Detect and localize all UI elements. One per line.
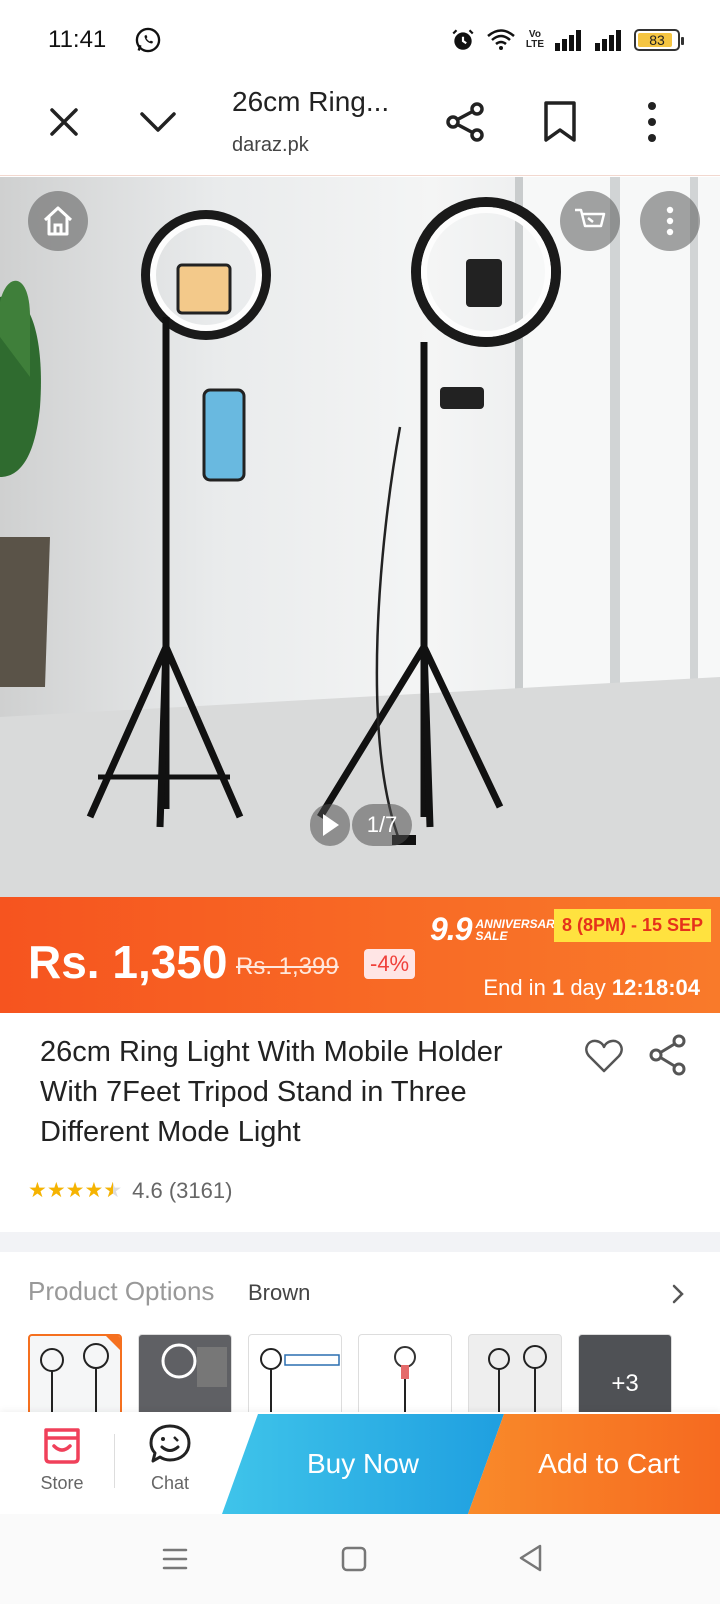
bookmark-icon[interactable] <box>540 100 580 144</box>
countdown-time: 12:18:04 <box>611 975 700 1000</box>
buy-now-button[interactable]: Buy Now <box>222 1414 504 1514</box>
chevron-down-icon[interactable] <box>138 102 178 142</box>
bottom-action-bar: Store Chat Buy Now Add to Cart <box>0 1412 720 1514</box>
battery-level: 83 <box>649 32 665 48</box>
section-divider <box>0 1232 720 1252</box>
star-icon: ★ <box>28 1179 47 1202</box>
chevron-right-icon[interactable] <box>668 1282 688 1306</box>
status-time: 11:41 <box>48 26 107 53</box>
countdown-days: 1 <box>551 975 565 1000</box>
rating-value: 4.6 <box>132 1178 163 1203</box>
product-rating[interactable]: ★ ★ ★ ★ ★ 4.6 (3161) <box>28 1178 232 1204</box>
store-icon <box>44 1428 80 1464</box>
signal-icon-2 <box>595 30 621 51</box>
share-icon[interactable] <box>648 1034 688 1076</box>
product-photo <box>0 177 720 897</box>
play-icon <box>323 814 339 836</box>
signal-icon <box>555 30 581 51</box>
home-button[interactable] <box>28 191 88 251</box>
countdown-prefix: End in <box>483 975 546 1000</box>
wifi-icon <box>487 29 515 50</box>
more-vertical-icon <box>666 206 674 236</box>
option-thumbnail[interactable] <box>28 1334 122 1412</box>
action-divider <box>114 1434 115 1488</box>
option-thumbnails: +3 <box>28 1334 708 1412</box>
status-bar: 11:41 Vo LTE 83 <box>0 0 720 80</box>
store-label: Store <box>40 1473 84 1493</box>
add-to-cart-button[interactable]: Add to Cart <box>468 1414 720 1514</box>
product-image-gallery[interactable]: 1/7 <box>0 177 720 897</box>
recent-apps-icon[interactable] <box>160 1544 190 1574</box>
more-vertical-icon[interactable] <box>640 100 664 144</box>
sale-logo: 9.9 ANNIVERSARY SALE <box>430 911 563 948</box>
chat-icon <box>149 1424 191 1463</box>
sale-dates: 8 (8PM) - 15 SEP <box>554 909 712 942</box>
volte-indicator: Vo LTE <box>526 30 544 50</box>
play-video-button[interactable] <box>310 804 350 846</box>
browser-toolbar: 26cm Ring... daraz.pk <box>0 80 720 176</box>
lte-label: LTE <box>525 39 544 50</box>
close-icon[interactable] <box>44 102 84 142</box>
alarm-icon <box>452 29 474 50</box>
home-icon <box>43 206 73 236</box>
sale-logo-text-2: SALE <box>475 928 508 943</box>
more-options-count: +3 <box>579 1335 671 1412</box>
selected-option[interactable]: Brown <box>248 1280 310 1306</box>
half-star-icon: ★ <box>103 1180 122 1203</box>
page-domain[interactable]: daraz.pk <box>232 134 309 157</box>
share-icon[interactable] <box>444 100 488 144</box>
image-counter: 1/7 <box>352 804 412 846</box>
option-thumbnail[interactable] <box>248 1334 342 1412</box>
star-icon: ★ <box>65 1179 85 1202</box>
current-price: Rs. 1,350 <box>28 936 228 988</box>
option-thumbnail-more[interactable]: +3 <box>578 1334 672 1412</box>
sale-countdown: End in 1 day 12:18:04 <box>483 975 700 1001</box>
chat-label: Chat <box>150 1473 190 1493</box>
store-button[interactable]: Store <box>34 1422 90 1494</box>
product-options-label[interactable]: Product Options <box>28 1276 214 1307</box>
battery-icon: 83 <box>634 29 684 51</box>
option-thumbnail[interactable] <box>468 1334 562 1412</box>
rating-stars: ★ ★ ★ ★ ★ <box>28 1179 122 1203</box>
whatsapp-icon <box>136 27 161 53</box>
option-thumbnail[interactable] <box>138 1334 232 1412</box>
cart-button[interactable] <box>560 191 620 251</box>
back-icon[interactable] <box>516 1542 546 1574</box>
countdown-unit: day <box>570 975 606 1000</box>
star-icon: ★ <box>84 1179 104 1202</box>
system-navigation-bar <box>0 1514 720 1604</box>
home-nav-icon[interactable] <box>340 1544 368 1574</box>
page-title[interactable]: 26cm Ring... <box>232 86 389 118</box>
discount-badge: -4% <box>364 949 416 979</box>
sale-logo-number: 9.9 <box>430 911 472 947</box>
star-icon: ★ <box>46 1179 66 1202</box>
cart-icon <box>575 208 606 228</box>
more-options-button[interactable] <box>640 191 700 251</box>
price-banner: Rs. 1,350 Rs. 1,399 -4% 9.9 ANNIVERSARY … <box>0 897 720 1013</box>
original-price: Rs. 1,399 <box>236 953 339 980</box>
product-title: 26cm Ring Light With Mobile Holder With … <box>40 1036 503 1148</box>
heart-icon[interactable] <box>584 1038 624 1074</box>
review-count: (3161) <box>168 1178 233 1203</box>
option-thumbnail[interactable] <box>358 1334 452 1412</box>
chat-button[interactable]: Chat <box>142 1422 198 1494</box>
